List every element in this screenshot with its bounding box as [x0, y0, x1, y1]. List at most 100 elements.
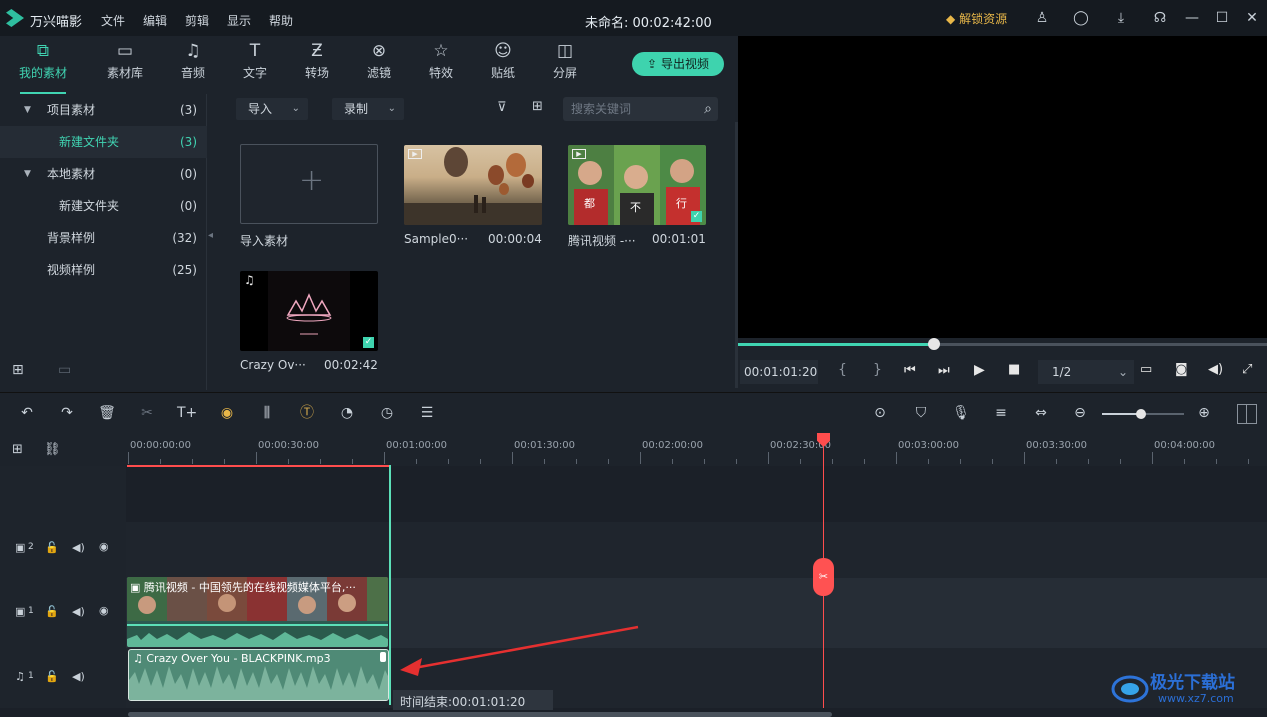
volume-icon[interactable]: ◀) — [1208, 362, 1223, 377]
zoom-out-icon[interactable]: ⊖ — [1070, 403, 1090, 423]
audio-mixer-icon[interactable]: ≡ — [991, 403, 1011, 423]
minimize-button[interactable]: — — [1182, 8, 1202, 28]
sidebar-item-new-folder[interactable]: 新建文件夹 (3) — [0, 126, 207, 158]
play-icon[interactable]: ▶ — [974, 362, 985, 378]
mark-in-button[interactable]: { — [838, 362, 847, 378]
cut-scissors-icon[interactable]: ✂ — [137, 403, 157, 423]
close-button[interactable]: ✕ — [1242, 8, 1262, 28]
tab-7[interactable]: ☆ 特效 — [411, 38, 471, 81]
visibility-eye-icon[interactable]: ◉ — [99, 604, 109, 617]
mute-speaker-icon[interactable]: ◀) — [72, 670, 85, 683]
tencent-video-image: 都 不 行 — [568, 145, 706, 225]
tab-3[interactable]: ♫ 音频 — [163, 38, 223, 81]
add-track-icon[interactable]: ⊞ — [12, 442, 23, 457]
tts-icon[interactable]: Ⓣ — [297, 403, 317, 423]
ruler-tick — [832, 459, 833, 464]
menu-edit[interactable]: 编辑 — [143, 12, 167, 29]
prev-frame-icon[interactable]: ⏮ — [904, 363, 916, 378]
tab-6[interactable]: ⊗ 滤镜 — [349, 38, 409, 81]
mute-speaker-icon[interactable]: ◀) — [72, 541, 85, 554]
tab-5[interactable]: Ƶ 转场 — [287, 38, 347, 81]
tab-2[interactable]: ▭ 素材库 — [95, 38, 155, 81]
folder-icon[interactable]: ▭ — [58, 362, 71, 378]
speed-gauge-icon[interactable]: ◔ — [337, 403, 357, 423]
filter-icon[interactable]: ⊽ — [497, 100, 507, 115]
search-input[interactable]: 搜索关键词 ⌕ — [563, 97, 718, 121]
unlock-resources-button[interactable]: ◆ 解锁资源 — [946, 10, 1007, 27]
duration-clock-icon[interactable]: ◷ — [377, 403, 397, 423]
support-headset-icon[interactable]: ☊ — [1150, 8, 1170, 28]
mute-speaker-icon[interactable]: ◀) — [72, 605, 85, 618]
download-icon[interactable]: ⤓ — [1111, 8, 1131, 28]
preview-progress-track[interactable] — [738, 338, 1267, 350]
track-video-2: ▣ 2 🔓 ◀) ◉ — [0, 522, 1267, 578]
import-dropdown[interactable]: 导入 ⌄ — [236, 98, 308, 120]
link-icon[interactable]: ⛓ — [44, 442, 61, 457]
sidebar-item-project-assets[interactable]: ▼ 项目素材 (3) — [0, 94, 207, 126]
maximize-button[interactable]: ☐ — [1212, 8, 1232, 28]
menu-clip[interactable]: 剪辑 — [185, 12, 209, 29]
preview-scrubber-handle[interactable] — [927, 338, 940, 350]
lock-icon[interactable]: 🔓 — [45, 605, 59, 618]
import-media-tile[interactable]: + — [240, 144, 378, 224]
sidebar-item-video-samples[interactable]: 视频样例 (25) — [0, 254, 207, 286]
annotation-arrow — [400, 625, 639, 676]
fullscreen-icon[interactable]: ⤢ — [1242, 362, 1252, 377]
zoom-in-icon[interactable]: ⊕ — [1194, 403, 1214, 423]
expand-triangle-icon[interactable]: ▼ — [24, 158, 31, 190]
redo-icon[interactable]: ↷ — [57, 403, 77, 423]
lock-icon[interactable]: 🔓 — [45, 670, 59, 683]
sidebar-item-local-assets[interactable]: ▼ 本地素材 (0) — [0, 158, 207, 190]
menu-file[interactable]: 文件 — [101, 12, 125, 29]
new-folder-icon[interactable]: ⊞ — [12, 362, 24, 378]
lock-icon[interactable]: 🔓 — [45, 541, 59, 554]
search-icon[interactable]: ⌕ — [704, 97, 712, 121]
mark-out-button[interactable]: } — [873, 362, 882, 378]
add-text-icon[interactable]: T+ — [177, 403, 197, 423]
menu-view[interactable]: 显示 — [227, 12, 251, 29]
undo-icon[interactable]: ↶ — [17, 403, 37, 423]
expand-triangle-icon[interactable]: ▼ — [24, 94, 31, 126]
export-video-button[interactable]: ⇪ 导出视频 — [632, 52, 724, 76]
audio-clip[interactable]: ♫ Crazy Over You - BLACKPINK.mp3 — [128, 649, 389, 701]
media-thumbnail-tencent-video[interactable]: 都 不 行 ▶ ✓ — [568, 145, 706, 225]
tab-8[interactable]: ☺ 贴纸 — [473, 38, 533, 81]
clip-trim-handle[interactable] — [380, 652, 386, 662]
stop-icon[interactable]: ■ — [1008, 362, 1020, 377]
visibility-eye-icon[interactable]: ◉ — [99, 540, 109, 553]
fit-timeline-icon[interactable]: ⇔ — [1031, 403, 1051, 423]
marker-shield-icon[interactable]: ⛉ — [911, 403, 931, 423]
timeline-horizontal-scrollbar[interactable] — [128, 712, 832, 717]
record-dropdown[interactable]: 录制 ⌄ — [332, 98, 404, 120]
split-scissors-icon[interactable]: ✂ — [813, 558, 834, 596]
grid-view-icon[interactable]: ⊞ — [532, 99, 543, 114]
asset-tabs: ⧉ 我的素材 ▭ 素材库 ♫ 音频 T 文字 Ƶ 转场 ⊗ 滤镜 ☆ 特效 ☺ 贴纸 ◫ 分屏 — [0, 36, 737, 94]
microphone-icon[interactable]: 🎙 — [951, 403, 971, 423]
tab-4[interactable]: T 文字 — [225, 38, 285, 81]
tab-1[interactable]: ⧉ 我的素材 — [13, 38, 73, 81]
user-account-icon[interactable]: ♙ — [1032, 8, 1052, 28]
render-preview-icon[interactable]: ⊙ — [870, 403, 890, 423]
media-thumbnail-balloons[interactable]: ▶ — [404, 145, 542, 225]
layout-toggle-icon[interactable] — [1237, 404, 1257, 424]
display-monitor-icon[interactable]: ▭ — [1140, 362, 1152, 377]
delete-icon[interactable]: 🗑 — [97, 403, 117, 423]
sidebar-item-local-new-folder[interactable]: 新建文件夹 (0) — [0, 190, 207, 222]
timeline-zoom-slider[interactable] — [1102, 409, 1184, 419]
tab-9[interactable]: ◫ 分屏 — [535, 38, 595, 81]
audio-waveform-icon[interactable]: ⫼ — [257, 403, 277, 423]
collapse-sidebar-arrow-icon[interactable]: ◂ — [208, 230, 213, 241]
adjust-sliders-icon[interactable]: ☰ — [417, 403, 437, 423]
feedback-icon[interactable]: ◯ — [1071, 8, 1091, 28]
snapshot-camera-icon[interactable]: ◙ — [1175, 362, 1188, 377]
menu-help[interactable]: 帮助 — [269, 12, 293, 29]
video-clip[interactable]: ▣ 腾讯视频 - 中国领先的在线视频媒体平台,··· — [127, 577, 388, 647]
audio-detach-icon[interactable]: ◉ — [217, 403, 237, 423]
media-thumbnail-audio[interactable]: ♫ ✓ — [240, 271, 378, 351]
next-frame-icon[interactable]: ⏭ — [938, 363, 950, 378]
timeline-ruler[interactable]: ⊞ ⛓ 00:00:00:00 00:00:30:00 00:01:00:00 00:… — [0, 434, 1267, 466]
preview-timecode[interactable]: 00:01:01:20 — [740, 360, 818, 384]
preview-zoom-select[interactable]: 1/2 ⌄ — [1038, 360, 1134, 384]
sidebar-item-background-samples[interactable]: 背景样例 (32) — [0, 222, 207, 254]
zoom-slider-handle[interactable] — [1136, 409, 1146, 419]
